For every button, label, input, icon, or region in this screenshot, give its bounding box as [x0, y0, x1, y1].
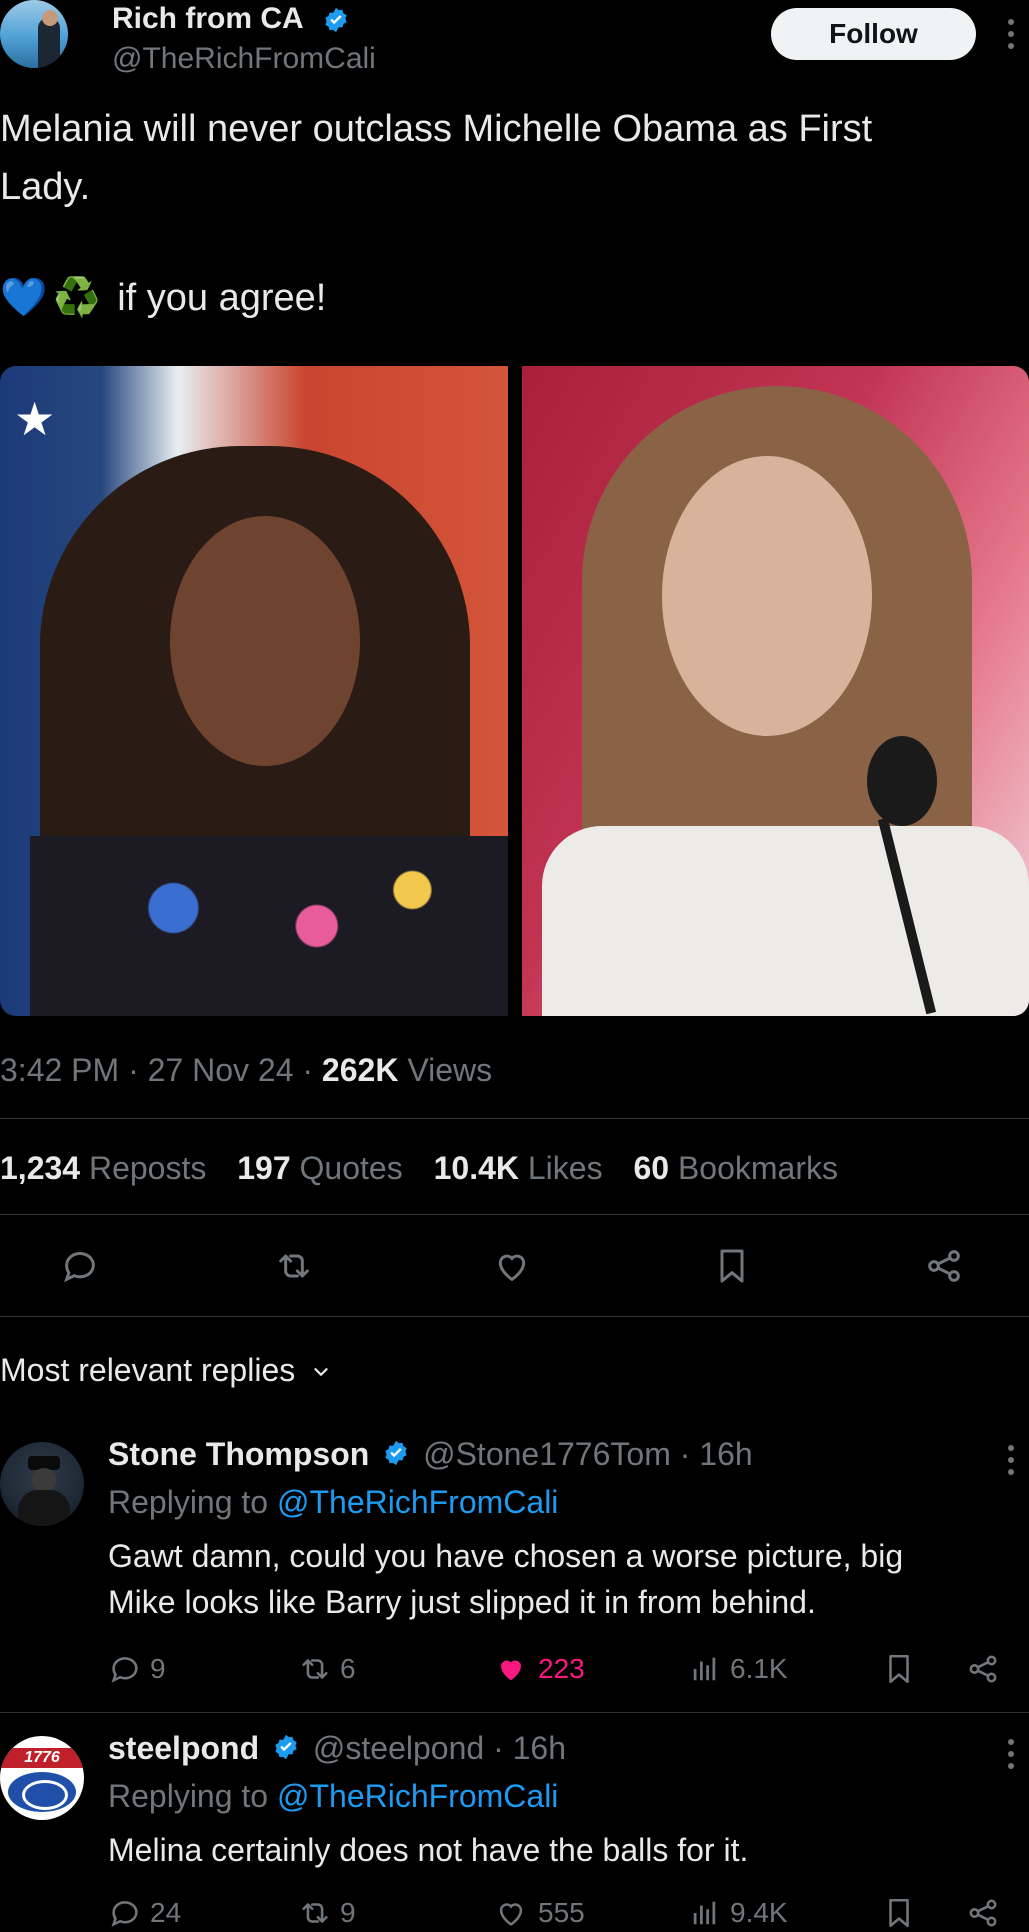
bookmarks-count: 60 — [633, 1150, 670, 1186]
liked-heart-icon — [494, 1652, 528, 1686]
views-chart-icon — [690, 1652, 720, 1686]
reply-author-name[interactable]: steelpond — [108, 1730, 259, 1766]
quotes-count: 197 — [237, 1150, 291, 1186]
reposts-stat[interactable]: 1,234 Reposts — [0, 1150, 206, 1186]
post-timestamp: 3:42 PM · 27 Nov 24 · 262K Views — [0, 1052, 492, 1089]
reply-header: Stone Thompson @Stone1776Tom · 16h — [108, 1436, 753, 1475]
reply-icon — [108, 1652, 142, 1686]
bookmark-icon[interactable] — [882, 1896, 916, 1930]
reply-header: steelpond @steelpond · 16h — [108, 1730, 566, 1769]
like-icon — [494, 1896, 528, 1930]
quotes-label: Quotes — [299, 1150, 403, 1186]
divider — [0, 1712, 1029, 1713]
like-icon[interactable] — [492, 1246, 532, 1286]
bookmark-icon[interactable] — [882, 1652, 916, 1686]
more-options-icon[interactable] — [1001, 16, 1021, 52]
repost-icon[interactable] — [274, 1246, 314, 1286]
reply-comment-button[interactable]: 9 — [108, 1652, 166, 1686]
bookmarks-label: Bookmarks — [677, 1150, 838, 1186]
reply-author-handle[interactable]: @Stone1776Tom — [423, 1436, 671, 1472]
reply-avatar[interactable]: 1776 — [0, 1736, 84, 1820]
likes-label: Likes — [527, 1150, 603, 1186]
share-icon[interactable] — [966, 1896, 1000, 1930]
like-count: 555 — [538, 1897, 585, 1928]
post-stats: 1,234 Reposts 197 Quotes 10.4K Likes 60 … — [0, 1150, 838, 1187]
share-icon[interactable] — [924, 1246, 964, 1286]
reply-repost-button[interactable]: 6 — [298, 1652, 356, 1686]
views-count: 6.1K — [730, 1653, 788, 1684]
quotes-stat[interactable]: 197 Quotes — [237, 1150, 402, 1186]
reply-repost-button[interactable]: 9 — [298, 1896, 356, 1930]
post-text-line: Melania will never outclass Michelle Oba… — [0, 108, 873, 150]
bookmark-icon[interactable] — [712, 1246, 752, 1286]
like-count: 223 — [538, 1653, 585, 1684]
comment-count: 24 — [150, 1897, 182, 1928]
divider — [0, 1316, 1029, 1317]
reply-text-line: Melina certainly does not have the balls… — [108, 1832, 749, 1868]
post-text-line: Lady. — [0, 166, 91, 208]
replies-sort-dropdown[interactable]: Most relevant replies — [0, 1352, 332, 1391]
post-image-right[interactable] — [522, 366, 1029, 1016]
post-image-left[interactable]: ★ — [0, 366, 508, 1016]
divider — [0, 1214, 1029, 1215]
reply-time: · 16h — [484, 1730, 566, 1766]
author-handle[interactable]: @TheRichFromCali — [112, 42, 376, 76]
reposts-label: Reposts — [88, 1150, 207, 1186]
chevron-down-icon — [310, 1354, 332, 1391]
repost-icon — [298, 1896, 332, 1930]
views-count: 262K — [321, 1052, 399, 1088]
reply-like-button[interactable]: 555 — [494, 1896, 585, 1930]
post-text-agree: if you agree! — [117, 277, 327, 319]
divider — [0, 1118, 1029, 1119]
replying-to-prefix: Replying to — [108, 1484, 277, 1520]
reply-icon — [108, 1896, 142, 1930]
reply-author-handle[interactable]: @steelpond — [313, 1730, 484, 1766]
replying-to: Replying to @TheRichFromCali — [108, 1484, 558, 1521]
verified-badge-icon — [272, 1732, 300, 1769]
likes-count: 10.4K — [433, 1150, 519, 1186]
views-count: 9.4K — [730, 1897, 788, 1928]
reply-text-line: Mike looks like Barry just slipped it in… — [108, 1584, 816, 1620]
reply-views-button[interactable]: 6.1K — [690, 1652, 788, 1686]
avatar-text: 1776 — [24, 1749, 60, 1766]
reply-more-options-icon[interactable] — [1001, 1442, 1021, 1478]
recycle-icon: ♻️ — [53, 277, 101, 319]
comment-count: 9 — [150, 1653, 166, 1684]
views-label: Views — [398, 1052, 493, 1088]
author-avatar[interactable] — [0, 0, 68, 68]
repost-icon — [298, 1652, 332, 1686]
reply-icon[interactable] — [60, 1246, 100, 1286]
reply-time: · 16h — [670, 1436, 753, 1472]
replying-to-link[interactable]: @TheRichFromCali — [277, 1778, 558, 1814]
reposts-count: 1,234 — [0, 1150, 81, 1186]
timestamp-text: 3:42 PM · 27 Nov 24 · — [0, 1052, 322, 1088]
reply-views-button[interactable]: 9.4K — [690, 1896, 788, 1930]
repost-count: 9 — [340, 1897, 356, 1928]
reply-like-button[interactable]: 223 — [494, 1652, 585, 1686]
replying-to-link[interactable]: @TheRichFromCali — [277, 1484, 558, 1520]
post-text-line-emoji: 💙 ♻️ if you agree! — [0, 276, 326, 320]
verified-badge-icon — [382, 1438, 410, 1475]
reply-more-options-icon[interactable] — [1001, 1736, 1021, 1772]
replying-to-prefix: Replying to — [108, 1778, 277, 1814]
share-icon[interactable] — [966, 1652, 1000, 1686]
reply-text-line: Gawt damn, could you have chosen a worse… — [108, 1538, 904, 1574]
reply-comment-button[interactable]: 24 — [108, 1896, 181, 1930]
author-name[interactable]: Rich from CA — [112, 2, 304, 36]
replies-sort-label: Most relevant replies — [0, 1352, 296, 1388]
views-chart-icon — [690, 1896, 720, 1930]
likes-stat[interactable]: 10.4K Likes — [434, 1150, 603, 1186]
verified-badge-icon — [322, 6, 350, 39]
repost-count: 6 — [340, 1653, 356, 1684]
bookmarks-stat[interactable]: 60 Bookmarks — [633, 1150, 838, 1186]
blue-heart-icon: 💙 — [0, 277, 48, 319]
reply-avatar[interactable] — [0, 1442, 84, 1526]
reply-author-name[interactable]: Stone Thompson — [108, 1436, 369, 1472]
follow-button[interactable]: Follow — [771, 8, 976, 60]
replying-to: Replying to @TheRichFromCali — [108, 1778, 558, 1815]
